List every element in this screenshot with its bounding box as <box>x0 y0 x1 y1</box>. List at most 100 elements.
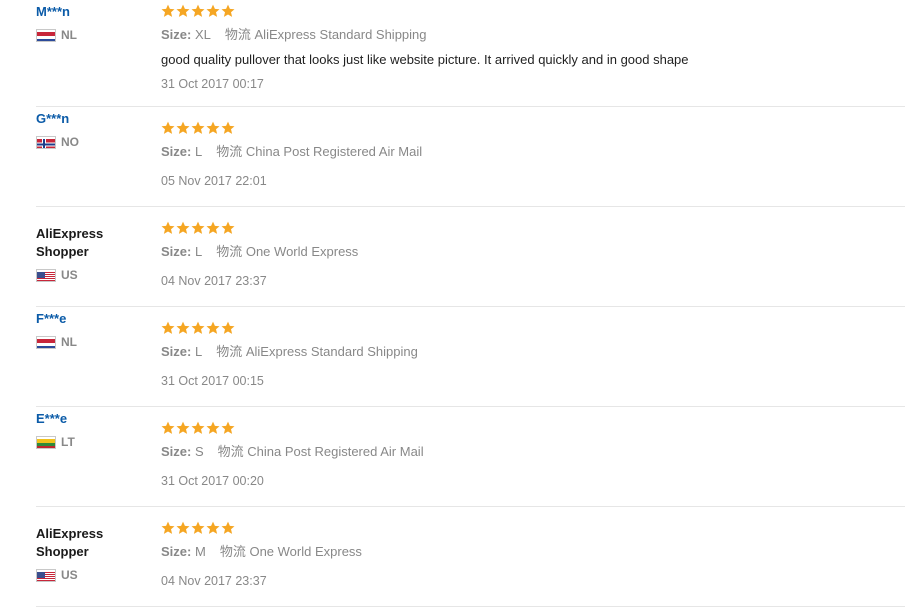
reviewer-info: AliExpress Shopper US <box>36 525 151 583</box>
star-icon <box>161 221 175 234</box>
country-code: US <box>61 268 78 282</box>
star-icon <box>176 221 190 234</box>
star-icon <box>221 321 235 334</box>
order-info: Size: M 物流 One World Express <box>161 543 905 561</box>
size-value: M <box>194 544 206 559</box>
reviewer-name: AliExpress Shopper <box>36 226 104 259</box>
review-body: Size: L 物流 One World Express 04 Nov 2017 2… <box>161 221 905 289</box>
star-icon <box>191 521 205 534</box>
review-item: E***e LT Size: S 物流 China Post Registered A… <box>36 407 905 507</box>
star-icon <box>161 4 175 17</box>
order-info: Size: S 物流 China Post Registered Air Mail <box>161 443 905 461</box>
shipping-method: China Post Registered Air Mail <box>247 444 424 459</box>
shipping-method: One World Express <box>249 544 362 559</box>
star-icon <box>221 521 235 534</box>
order-info: Size: L 物流 AliExpress Standard Shipping <box>161 343 905 361</box>
shipping-method: China Post Registered Air Mail <box>245 144 423 159</box>
size-value: XL <box>194 27 211 42</box>
reviewer-name[interactable]: M***n <box>36 3 151 21</box>
star-icon <box>161 121 175 134</box>
size-value: L <box>194 244 203 259</box>
reviewer-info: AliExpress Shopper US <box>36 225 151 283</box>
logistics-label: 物流 <box>216 344 243 359</box>
country-flag-icon <box>36 435 56 449</box>
star-rating <box>161 121 905 137</box>
logistics-label: 物流 <box>219 544 246 559</box>
star-icon <box>221 4 235 17</box>
review-date: 31 Oct 2017 00:17 <box>161 77 264 91</box>
logistics-label: 物流 <box>224 27 251 42</box>
star-icon <box>221 121 235 134</box>
star-icon <box>176 521 190 534</box>
review-date: 31 Oct 2017 00:20 <box>161 474 264 488</box>
star-rating <box>161 4 905 20</box>
reviewer-info: E***e LT <box>36 410 151 450</box>
reviewer-name[interactable]: F***e <box>36 310 151 328</box>
review-item: AliExpress Shopper US Size: L 物流 One World … <box>36 207 905 307</box>
order-info: Size: L 物流 China Post Registered Air Mail <box>161 143 905 161</box>
star-icon <box>221 221 235 234</box>
star-icon <box>161 521 175 534</box>
reviewer-info: F***e NL <box>36 310 151 350</box>
star-rating <box>161 221 905 237</box>
star-rating <box>161 521 905 537</box>
review-date: 04 Nov 2017 23:37 <box>161 574 267 588</box>
size-label: Size: <box>161 244 192 259</box>
size-label: Size: <box>161 27 192 42</box>
order-info: Size: L 物流 One World Express <box>161 243 905 261</box>
star-icon <box>206 121 220 134</box>
review-date: 31 Oct 2017 00:15 <box>161 374 264 388</box>
star-rating <box>161 421 905 437</box>
reviewer-country: LT <box>36 434 151 450</box>
country-code: NL <box>61 28 77 42</box>
shipping-method: AliExpress Standard Shipping <box>254 27 427 42</box>
country-flag-icon <box>36 568 56 582</box>
logistics-label: 物流 <box>216 144 243 159</box>
review-body: Size: XL 物流 AliExpress Standard Shipping g… <box>161 4 905 92</box>
star-icon <box>191 221 205 234</box>
reviewer-country: NO <box>36 134 151 150</box>
reviewer-country: US <box>36 567 151 583</box>
reviewer-info: M***n NL <box>36 3 151 43</box>
star-icon <box>191 4 205 17</box>
size-label: Size: <box>161 344 192 359</box>
review-date: 04 Nov 2017 23:37 <box>161 274 267 288</box>
review-text: good quality pullover that looks just li… <box>161 52 689 67</box>
size-value: L <box>194 144 203 159</box>
country-flag-icon <box>36 135 56 149</box>
star-icon <box>206 221 220 234</box>
star-icon <box>191 421 205 434</box>
review-item: F***e NL Size: L 物流 AliExpress Standard Shi… <box>36 307 905 407</box>
country-code: NL <box>61 335 77 349</box>
review-body: Size: M 物流 One World Express 04 Nov 2017 2… <box>161 521 905 589</box>
star-icon <box>176 121 190 134</box>
reviewer-name[interactable]: G***n <box>36 110 151 128</box>
reviewer-country: US <box>36 267 151 283</box>
order-info: Size: XL 物流 AliExpress Standard Shipping <box>161 26 905 44</box>
star-icon <box>206 4 220 17</box>
star-icon <box>206 421 220 434</box>
reviewer-country: NL <box>36 27 151 43</box>
review-body: Size: L 物流 AliExpress Standard Shipping 31… <box>161 321 905 389</box>
shipping-method: AliExpress Standard Shipping <box>245 344 418 359</box>
star-icon <box>206 321 220 334</box>
star-icon <box>161 421 175 434</box>
size-label: Size: <box>161 144 192 159</box>
shipping-method: One World Express <box>245 244 359 259</box>
size-label: Size: <box>161 444 192 459</box>
reviewer-name[interactable]: E***e <box>36 410 151 428</box>
review-date: 05 Nov 2017 22:01 <box>161 174 267 188</box>
star-rating <box>161 321 905 337</box>
country-code: US <box>61 568 78 582</box>
size-label: Size: <box>161 544 192 559</box>
star-icon <box>176 421 190 434</box>
star-icon <box>176 321 190 334</box>
logistics-label: 物流 <box>217 444 244 459</box>
review-body: Size: S 物流 China Post Registered Air Mail… <box>161 421 905 489</box>
star-icon <box>221 421 235 434</box>
country-flag-icon <box>36 335 56 349</box>
star-icon <box>191 321 205 334</box>
review-item: M***n NL Size: XL 物流 AliExpress Standard Sh… <box>36 0 905 107</box>
star-icon <box>176 4 190 17</box>
star-icon <box>206 521 220 534</box>
